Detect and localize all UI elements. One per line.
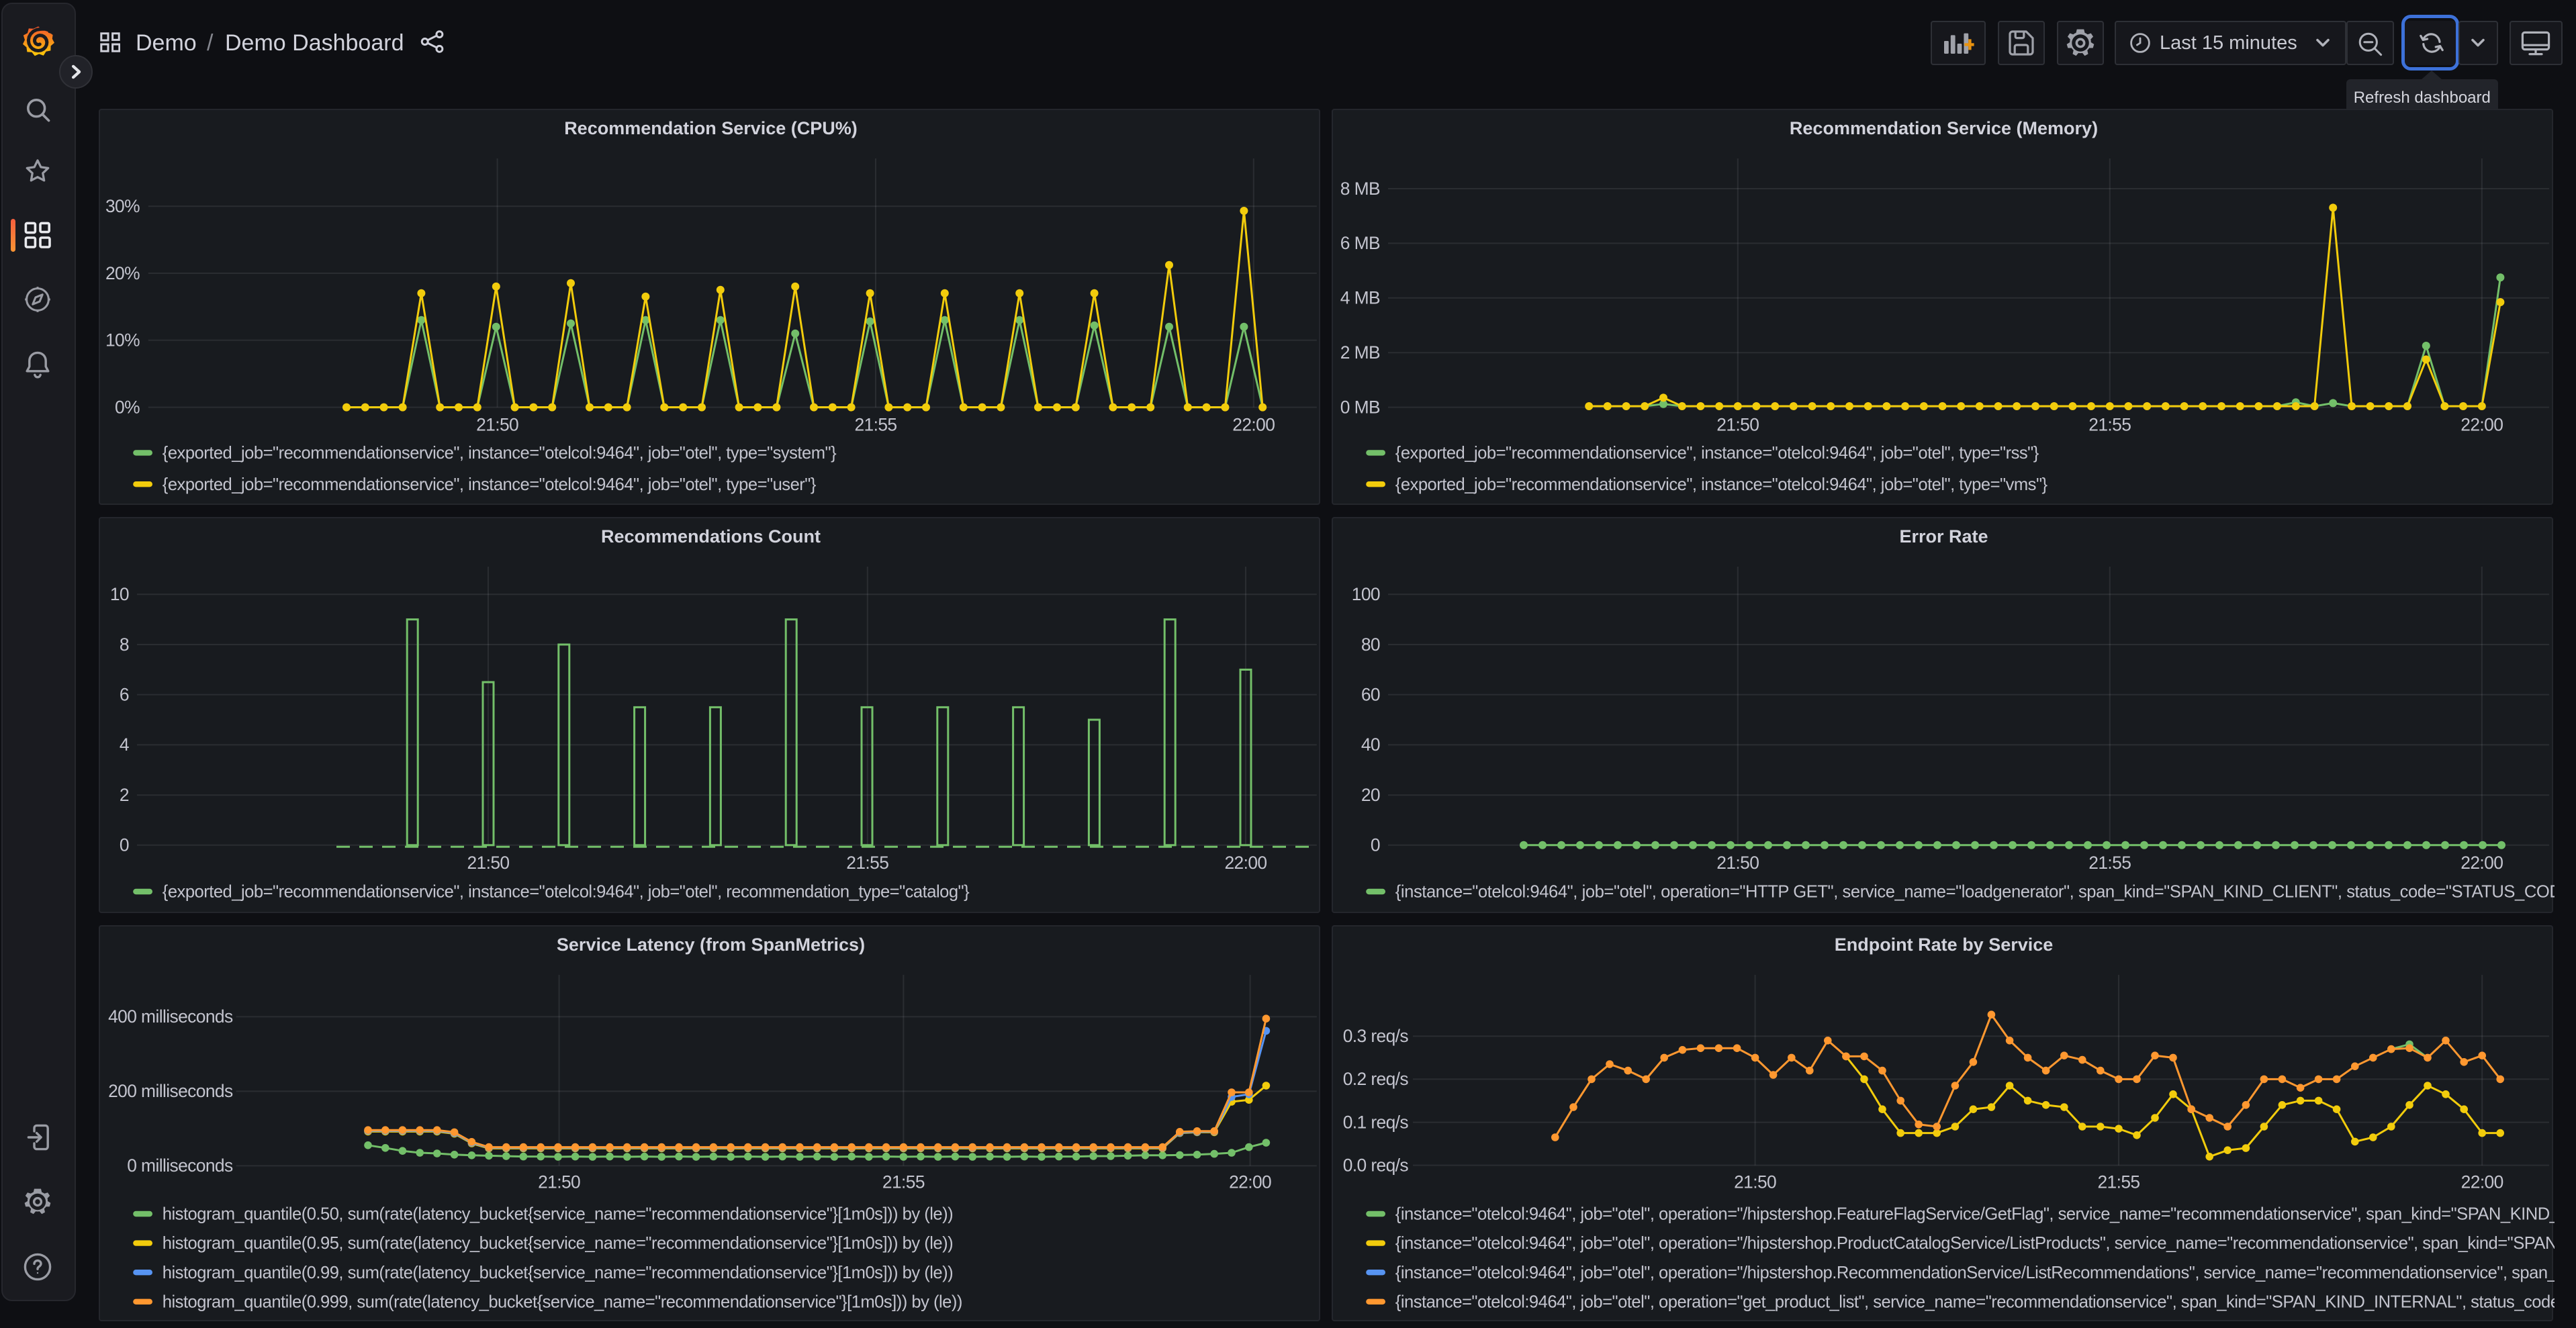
svg-text:0.1 req/s: 0.1 req/s xyxy=(1343,1112,1409,1132)
svg-text:21:50: 21:50 xyxy=(538,1172,580,1192)
svg-text:histogram_quantile(0.95, sum(r: histogram_quantile(0.95, sum(rate(latenc… xyxy=(163,1234,953,1253)
svg-text:22:00: 22:00 xyxy=(2461,1172,2503,1192)
svg-text:Recommendation Service (CPU%): Recommendation Service (CPU%) xyxy=(564,118,858,138)
svg-text:21:50: 21:50 xyxy=(476,415,518,435)
svg-text:6 MB: 6 MB xyxy=(1340,233,1380,253)
svg-text:21:55: 21:55 xyxy=(2097,1172,2140,1192)
svg-text:histogram_quantile(0.999, sum(: histogram_quantile(0.999, sum(rate(laten… xyxy=(163,1292,962,1311)
svg-text:80: 80 xyxy=(1361,634,1380,655)
svg-text:21:50: 21:50 xyxy=(1716,853,1759,873)
svg-text:0.2 req/s: 0.2 req/s xyxy=(1343,1069,1409,1089)
svg-text:22:00: 22:00 xyxy=(1224,853,1267,873)
svg-text:Error Rate: Error Rate xyxy=(1899,526,1988,547)
svg-text:Service Latency (from SpanMetr: Service Latency (from SpanMetrics) xyxy=(557,935,865,955)
svg-text:2: 2 xyxy=(120,785,129,805)
svg-text:Endpoint Rate by Service: Endpoint Rate by Service xyxy=(1835,935,2054,955)
svg-text:0.0 req/s: 0.0 req/s xyxy=(1343,1155,1409,1175)
svg-text:10%: 10% xyxy=(105,330,140,350)
svg-text:0 milliseconds: 0 milliseconds xyxy=(127,1155,233,1176)
svg-text:histogram_quantile(0.99, sum(r: histogram_quantile(0.99, sum(rate(latenc… xyxy=(163,1264,953,1282)
svg-text:20%: 20% xyxy=(105,263,140,283)
svg-text:{exported_job="recommendations: {exported_job="recommendationservice", i… xyxy=(163,444,837,463)
svg-text:4 MB: 4 MB xyxy=(1340,288,1380,308)
svg-text:{instance="otelcol:9464", job=: {instance="otelcol:9464", job="otel", op… xyxy=(1395,1264,2555,1282)
svg-text:21:55: 21:55 xyxy=(846,853,888,873)
svg-text:10: 10 xyxy=(110,584,129,604)
svg-text:0%: 0% xyxy=(115,397,140,417)
svg-text:21:55: 21:55 xyxy=(2088,415,2131,435)
svg-text:{exported_job="recommendations: {exported_job="recommendationservice", i… xyxy=(1395,475,2048,494)
svg-text:60: 60 xyxy=(1361,685,1380,705)
svg-text:histogram_quantile(0.50, sum(r: histogram_quantile(0.50, sum(rate(latenc… xyxy=(163,1205,953,1224)
svg-text:0: 0 xyxy=(120,835,129,855)
svg-text:22:00: 22:00 xyxy=(1232,415,1275,435)
svg-text:22:00: 22:00 xyxy=(2460,853,2503,873)
svg-text:20: 20 xyxy=(1361,785,1380,805)
svg-text:{exported_job="recommendations: {exported_job="recommendationservice", i… xyxy=(1395,444,2039,463)
svg-text:0 MB: 0 MB xyxy=(1340,397,1380,417)
svg-text:2 MB: 2 MB xyxy=(1340,342,1380,363)
svg-text:400 milliseconds: 400 milliseconds xyxy=(108,1006,233,1027)
svg-text:8: 8 xyxy=(120,634,129,655)
svg-text:21:50: 21:50 xyxy=(467,853,509,873)
svg-text:Recommendations Count: Recommendations Count xyxy=(601,526,821,547)
svg-text:0.3 req/s: 0.3 req/s xyxy=(1343,1026,1409,1046)
svg-text:200 milliseconds: 200 milliseconds xyxy=(108,1081,233,1101)
svg-text:40: 40 xyxy=(1361,734,1380,755)
svg-text:{instance="otelcol:9464", job=: {instance="otelcol:9464", job="otel", op… xyxy=(1395,883,2555,902)
svg-text:0: 0 xyxy=(1371,835,1380,855)
svg-text:{instance="otelcol:9464", job=: {instance="otelcol:9464", job="otel", op… xyxy=(1395,1234,2555,1253)
svg-text:21:50: 21:50 xyxy=(1716,415,1759,435)
svg-text:{exported_job="recommendations: {exported_job="recommendationservice", i… xyxy=(163,883,970,902)
svg-text:6: 6 xyxy=(120,685,129,705)
svg-text:8 MB: 8 MB xyxy=(1340,179,1380,199)
svg-text:{instance="otelcol:9464", job=: {instance="otelcol:9464", job="otel", op… xyxy=(1395,1292,2555,1311)
svg-text:21:55: 21:55 xyxy=(854,415,896,435)
svg-text:{instance="otelcol:9464", job=: {instance="otelcol:9464", job="otel", op… xyxy=(1395,1205,2555,1224)
svg-text:4: 4 xyxy=(120,734,129,755)
svg-text:22:00: 22:00 xyxy=(2460,415,2503,435)
svg-text:100: 100 xyxy=(1352,584,1380,604)
svg-text:Recommendation Service (Memory: Recommendation Service (Memory) xyxy=(1790,118,2098,138)
svg-text:30%: 30% xyxy=(105,196,140,216)
svg-text:22:00: 22:00 xyxy=(1229,1172,1271,1192)
svg-text:{exported_job="recommendations: {exported_job="recommendationservice", i… xyxy=(163,475,817,494)
svg-text:21:55: 21:55 xyxy=(2088,853,2131,873)
svg-text:21:55: 21:55 xyxy=(882,1172,925,1192)
svg-text:21:50: 21:50 xyxy=(1734,1172,1776,1192)
